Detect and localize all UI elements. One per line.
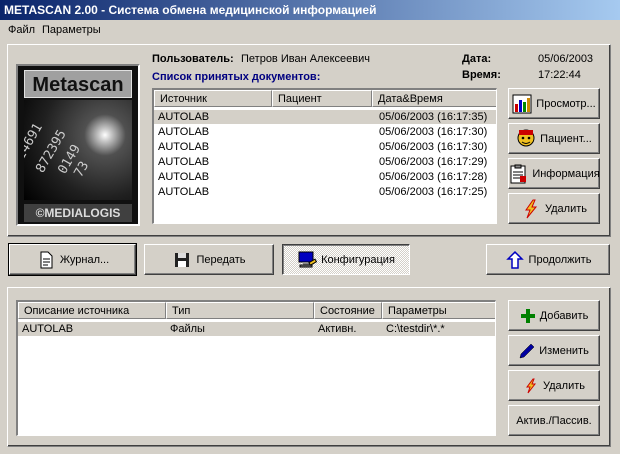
bar-chart-icon (512, 94, 532, 114)
column-source[interactable]: Источник (154, 90, 272, 107)
cell-state: Активн. (318, 323, 357, 335)
table-row[interactable]: AUTOLAB 05/06/2003 (16:17:28) (154, 170, 496, 184)
cell-source: AUTOLAB (158, 156, 210, 168)
date-label: Дата: (462, 53, 492, 65)
info-button[interactable]: Информация (508, 158, 600, 189)
edit-source-button[interactable]: Изменить (508, 335, 600, 366)
config-button-label: Конфигурация (321, 253, 395, 266)
time-value: 17:22:44 (538, 69, 581, 81)
table-row[interactable]: AUTOLAB 05/06/2003 (16:17:25) (154, 185, 496, 199)
menu-file[interactable]: Файл (8, 24, 35, 36)
cell-source: AUTOLAB (158, 141, 210, 153)
document-icon (36, 250, 56, 270)
time-label: Время: (462, 69, 501, 81)
computer-config-icon (297, 250, 318, 270)
documents-list[interactable]: Источник Пациент Дата&Время AUTOLAB 05/0… (152, 88, 497, 224)
toggle-active-button[interactable]: Актив./Пассив. (508, 405, 600, 436)
patient-button-label: Пациент... (540, 132, 592, 145)
journal-button[interactable]: Журнал... (8, 243, 137, 276)
lightning-delete-icon (523, 378, 539, 394)
table-row[interactable]: AUTOLAB 05/06/2003 (16:17:29) (154, 155, 496, 169)
send-button-label: Передать (196, 253, 246, 266)
floppy-disk-icon (172, 250, 192, 270)
table-row[interactable]: AUTOLAB 05/06/2003 (16:17:35) (154, 110, 496, 124)
delete-document-button[interactable]: Удалить (508, 193, 600, 224)
menu-bar: Файл Параметры (0, 20, 620, 40)
window-title-bar[interactable]: METASCAN 2.00 - Система обмена медицинск… (0, 0, 620, 20)
user-label: Пользователь: (152, 53, 234, 65)
sources-list-header: Описание источника Тип Состояние Парамет… (18, 302, 495, 319)
cell-datetime: 05/06/2003 (16:17:25) (379, 186, 488, 198)
documents-list-header: Источник Пациент Дата&Время (154, 90, 496, 107)
journal-button-label: Журнал... (59, 253, 110, 266)
window-title: METASCAN 2.00 - Система обмена медицинск… (4, 3, 377, 17)
cell-datetime: 05/06/2003 (16:17:35) (379, 111, 488, 123)
send-button[interactable]: Передать (144, 244, 274, 275)
cell-datetime: 05/06/2003 (16:17:28) (379, 171, 488, 183)
documents-list-title: Список принятых документов: (152, 71, 321, 83)
table-row[interactable]: AUTOLAB 05/06/2003 (16:17:30) (154, 125, 496, 139)
cell-source: AUTOLAB (158, 126, 210, 138)
cell-source: AUTOLAB (158, 186, 210, 198)
cell-type: Файлы (170, 323, 205, 335)
config-button[interactable]: Конфигурация (282, 244, 410, 275)
user-name: Петров Иван Алексеевич (241, 53, 370, 65)
add-source-button[interactable]: Добавить (508, 300, 600, 331)
clipboard-icon (508, 164, 528, 184)
column-state[interactable]: Состояние (314, 302, 382, 319)
cell-datetime: 05/06/2003 (16:17:30) (379, 126, 488, 138)
table-row[interactable]: AUTOLAB Файлы Активн. C:\testdir\*.* (18, 322, 495, 336)
column-source-description[interactable]: Описание источника (18, 302, 166, 319)
toggle-active-button-label: Актив./Пассив. (516, 414, 592, 427)
add-source-button-label: Добавить (539, 309, 589, 322)
upload-arrow-icon (505, 250, 525, 270)
logo-image: 14691 872395 0149 73 (24, 100, 132, 200)
continue-button-label: Продолжить (528, 253, 592, 266)
sources-list[interactable]: Описание источника Тип Состояние Парамет… (16, 300, 496, 436)
cell-datetime: 05/06/2003 (16:17:30) (379, 141, 488, 153)
metascan-logo: Metascan 14691 872395 0149 73 ©MEDIALOGI… (16, 64, 140, 226)
column-type[interactable]: Тип (166, 302, 314, 319)
logo-brand: ©MEDIALOGIS (24, 204, 132, 222)
table-row[interactable]: AUTOLAB 05/06/2003 (16:17:30) (154, 140, 496, 154)
cell-params: C:\testdir\*.* (386, 323, 445, 335)
delete-document-button-label: Удалить (545, 202, 587, 215)
cell-source-description: AUTOLAB (22, 323, 74, 335)
info-button-label: Информация (532, 167, 600, 180)
menu-params[interactable]: Параметры (42, 24, 101, 36)
pen-icon (519, 343, 535, 359)
column-datetime[interactable]: Дата&Время (372, 90, 496, 107)
plus-icon (520, 308, 536, 324)
cell-source: AUTOLAB (158, 171, 210, 183)
logo-name: Metascan (24, 70, 132, 98)
column-patient[interactable]: Пациент (272, 90, 372, 107)
continue-button[interactable]: Продолжить (486, 244, 610, 275)
view-button-label: Просмотр... (536, 97, 596, 110)
delete-source-button-label: Удалить (543, 379, 585, 392)
column-params[interactable]: Параметры (382, 302, 495, 319)
patient-button[interactable]: Пациент... (508, 123, 600, 154)
date-value: 05/06/2003 (538, 53, 594, 65)
view-button[interactable]: Просмотр... (508, 88, 600, 119)
cell-datetime: 05/06/2003 (16:17:29) (379, 156, 488, 168)
person-icon (516, 129, 536, 149)
edit-source-button-label: Изменить (539, 344, 589, 357)
cell-source: AUTOLAB (158, 111, 210, 123)
lightning-delete-icon (521, 199, 541, 219)
delete-source-button[interactable]: Удалить (508, 370, 600, 401)
